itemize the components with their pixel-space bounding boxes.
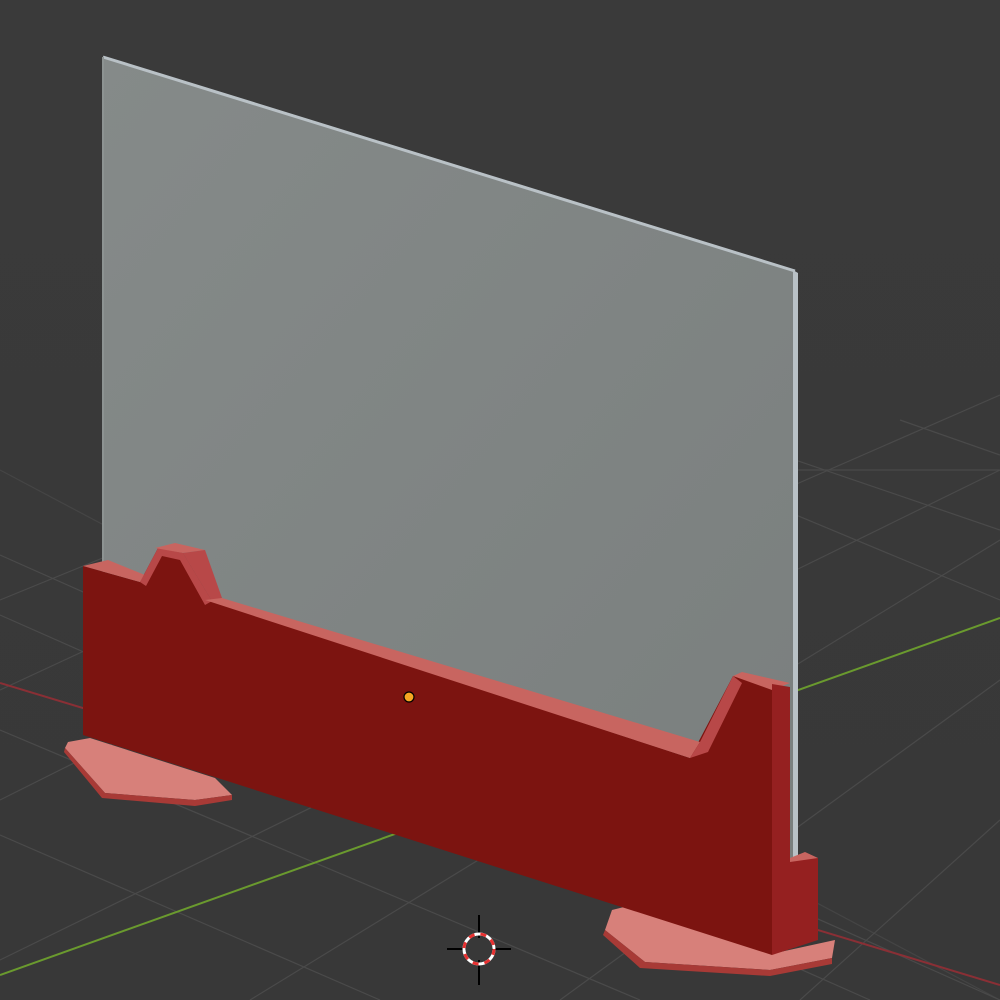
3d-viewport[interactable] xyxy=(0,0,1000,1000)
origin-marker[interactable] xyxy=(403,691,415,703)
viewport-canvas[interactable] xyxy=(0,0,1000,1000)
display-panel-edge-right xyxy=(793,270,798,870)
